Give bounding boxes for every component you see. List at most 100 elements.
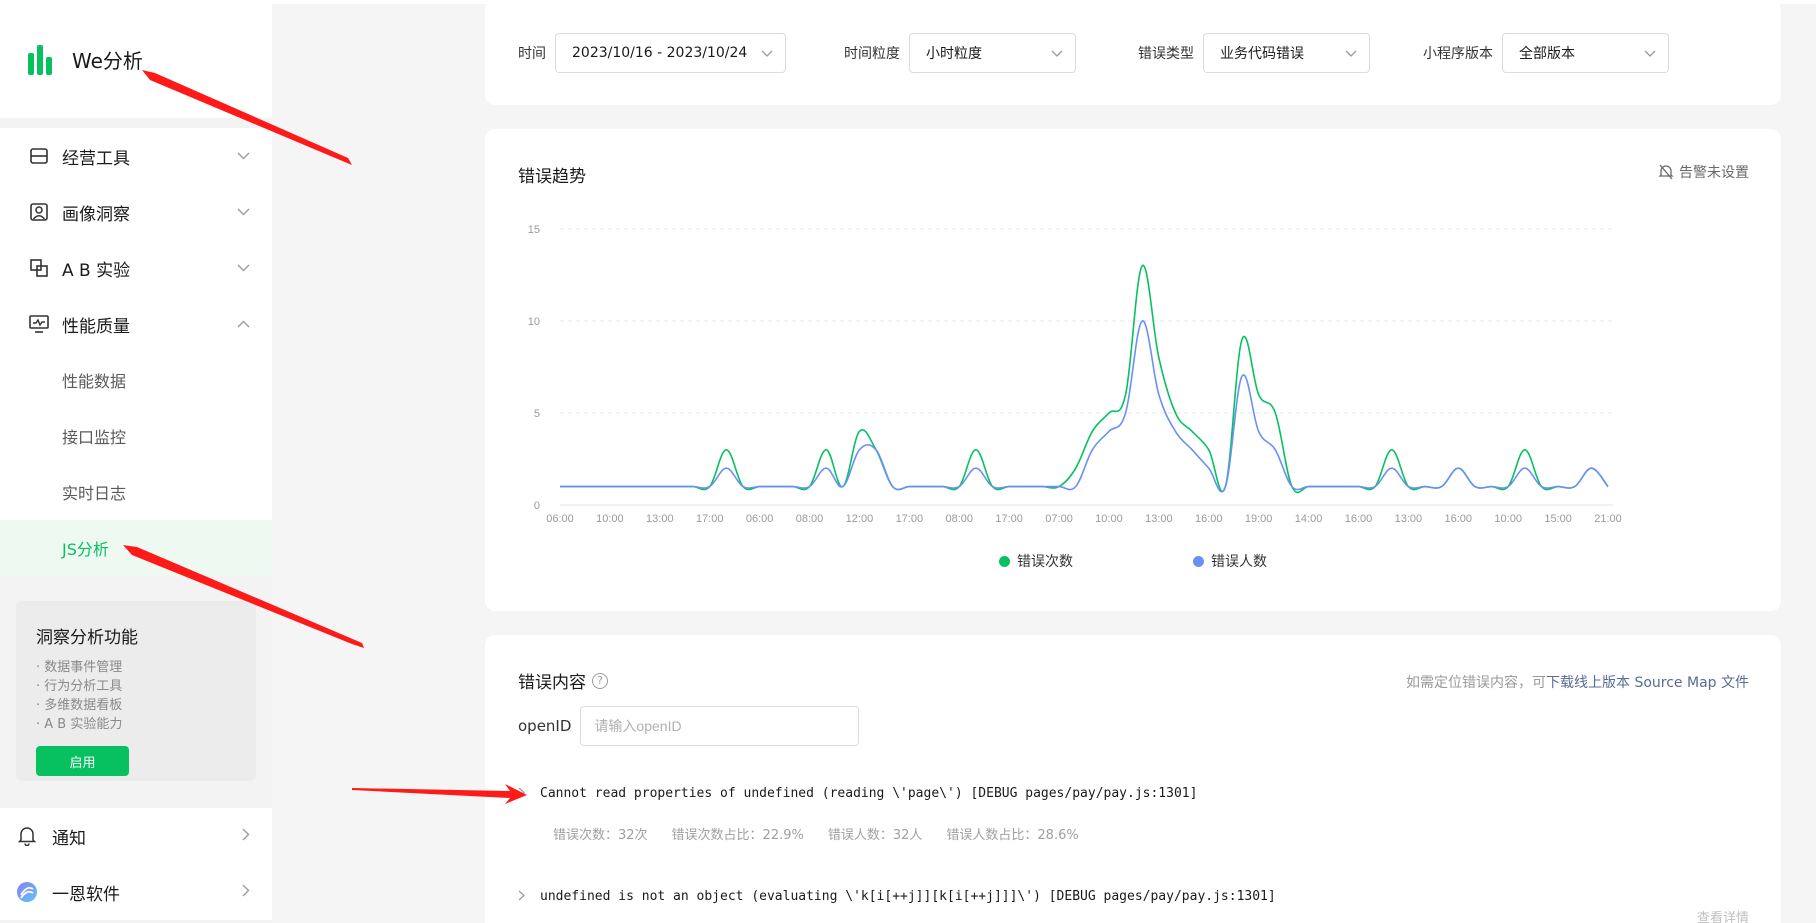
- chevron-down-icon: [761, 47, 773, 59]
- top-border: [272, 0, 1816, 4]
- brand-header[interactable]: We分析: [0, 0, 272, 118]
- error-users-ratio-stat: 错误人数占比：28.6%: [946, 828, 1079, 843]
- x-tick-label: 13:00: [646, 513, 674, 525]
- main-content: 时间 2023/10/16 - 2023/10/24 时间粒度 小时粒度 错误类…: [272, 0, 1816, 923]
- time-filter-label: 时间: [518, 46, 546, 62]
- granularity-filter: 时间粒度 小时粒度: [844, 33, 1076, 73]
- time-filter: 时间 2023/10/16 - 2023/10/24: [518, 33, 786, 73]
- x-tick-label: 08:00: [945, 513, 973, 525]
- legend-item-error-users[interactable]: 错误人数: [1193, 551, 1267, 571]
- help-icon[interactable]: ?: [592, 672, 608, 689]
- sidebar: We分析 经营工具 画像洞察 A B 实验 性能质量 性能数据 接口监控 实时日…: [0, 0, 272, 923]
- error-count-stat: 错误次数：32次: [553, 828, 648, 843]
- sidebar-item-notifications[interactable]: 通知: [0, 808, 272, 864]
- x-tick-label: 19:00: [1245, 513, 1273, 525]
- x-tick-label: 08:00: [796, 513, 824, 525]
- ab-experiment-icon: [28, 257, 50, 279]
- insight-feature: · 多维数据看板: [36, 698, 123, 713]
- chevron-down-icon: [1644, 47, 1656, 59]
- chevron-right-icon[interactable]: [518, 889, 532, 904]
- error-stats: 错误次数：32次 错误次数占比：22.9% 错误人数：32人 错误人数占比：28…: [553, 824, 1079, 843]
- sidebar-menu: 经营工具 画像洞察 A B 实验 性能质量 性能数据 接口监控 实时日志 JS分…: [0, 128, 272, 576]
- sidebar-item-account[interactable]: 一恩软件: [0, 864, 272, 920]
- granularity-value: 小时粒度: [926, 46, 982, 62]
- sidebar-subitem-performance-data[interactable]: 性能数据: [0, 352, 272, 408]
- y-tick-label: 0: [534, 500, 540, 512]
- version-value: 全部版本: [1519, 46, 1575, 62]
- openid-label: openID: [518, 717, 572, 735]
- legend-label: 错误次数: [1017, 554, 1073, 570]
- error-message: Cannot read properties of undefined (rea…: [540, 786, 1198, 801]
- chevron-right-icon: [242, 882, 250, 902]
- x-tick-label: 21:00: [1594, 513, 1622, 525]
- error-trend-chart[interactable]: 0 5 10 15 06:00 10:00 13:00 17:00 06:00 08:00 12:0…: [485, 129, 1781, 611]
- sidebar-item-performance-quality[interactable]: 性能质量: [0, 296, 272, 352]
- x-tick-label: 17:00: [995, 513, 1023, 525]
- notifications-label: 通知: [52, 828, 86, 849]
- x-tick-label: 12:00: [846, 513, 874, 525]
- sidebar-subitem-api-monitor[interactable]: 接口监控: [0, 408, 272, 464]
- tray-icon: [28, 145, 50, 167]
- y-tick-label: 15: [528, 224, 540, 236]
- legend-dot: [1193, 555, 1204, 567]
- monitor-icon: [28, 313, 50, 335]
- bell-icon: [16, 825, 38, 847]
- x-tick-label: 14:00: [1295, 513, 1323, 525]
- enable-insight-button[interactable]: 启用: [36, 746, 129, 776]
- legend-dot: [999, 555, 1010, 567]
- error-trend-card: 错误趋势 告警未设置 0 5 10 15 06:00 10:00 13:00 17:00 06:…: [485, 129, 1781, 611]
- sourcemap-hint: 如需定位错误内容，可下载线上版本 Source Map 文件: [1406, 672, 1749, 692]
- chevron-right-icon[interactable]: [518, 786, 532, 801]
- version-filter-label: 小程序版本: [1423, 46, 1493, 62]
- error-item[interactable]: undefined is not an object (evaluating \…: [518, 889, 1276, 904]
- sidebar-item-label: A B 实验: [62, 260, 131, 281]
- openid-filter: openID: [518, 706, 860, 746]
- we-analytics-logo-icon: [28, 43, 56, 75]
- sidebar-item-business-tools[interactable]: 经营工具: [0, 128, 272, 184]
- error-count-ratio-stat: 错误次数占比：22.9%: [671, 828, 804, 843]
- filter-bar: 时间 2023/10/16 - 2023/10/24 时间粒度 小时粒度 错误类…: [485, 0, 1781, 105]
- chevron-right-icon: [242, 826, 250, 846]
- view-detail-link[interactable]: 查看详情: [1697, 907, 1749, 923]
- x-tick-label: 06:00: [746, 513, 774, 525]
- sidebar-subitem-js-analysis[interactable]: JS分析: [0, 520, 272, 576]
- chevron-down-icon: [1345, 47, 1357, 59]
- x-tick-label: 15:00: [1544, 513, 1572, 525]
- x-tick-label: 17:00: [896, 513, 924, 525]
- x-tick-label: 13:00: [1395, 513, 1423, 525]
- error-type-filter-label: 错误类型: [1138, 46, 1194, 62]
- y-tick-label: 5: [534, 408, 540, 420]
- error-type-select[interactable]: 业务代码错误: [1203, 33, 1370, 73]
- sidebar-item-portrait-insight[interactable]: 画像洞察: [0, 184, 272, 240]
- error-item[interactable]: Cannot read properties of undefined (rea…: [518, 786, 1197, 801]
- granularity-filter-label: 时间粒度: [844, 46, 900, 62]
- x-tick-label: 10:00: [596, 513, 624, 525]
- brand-title: We分析: [72, 48, 143, 73]
- x-tick-label: 16:00: [1195, 513, 1223, 525]
- insight-feature: · A B 实验能力: [36, 717, 123, 732]
- sidebar-item-label: 经营工具: [62, 148, 130, 169]
- legend-item-error-count[interactable]: 错误次数: [999, 551, 1073, 571]
- date-range-select[interactable]: 2023/10/16 - 2023/10/24: [555, 33, 786, 73]
- error-content-card: 错误内容 ? 如需定位错误内容，可下载线上版本 Source Map 文件 op…: [485, 635, 1781, 923]
- granularity-select[interactable]: 小时粒度: [909, 33, 1076, 73]
- x-tick-label: 16:00: [1445, 513, 1473, 525]
- sidebar-subitem-realtime-log[interactable]: 实时日志: [0, 464, 272, 520]
- sidebar-item-ab-experiment[interactable]: A B 实验: [0, 240, 272, 296]
- legend-label: 错误人数: [1211, 554, 1267, 570]
- download-sourcemap-link[interactable]: 下载线上版本 Source Map 文件: [1546, 675, 1749, 691]
- errors-title-text: 错误内容: [518, 673, 586, 693]
- portrait-icon: [28, 201, 50, 223]
- version-filter: 小程序版本 全部版本: [1423, 33, 1669, 73]
- errors-title: 错误内容 ?: [518, 668, 608, 693]
- error-users-stat: 错误人数：32人: [827, 828, 923, 843]
- version-select[interactable]: 全部版本: [1502, 33, 1669, 73]
- x-tick-label: 06:00: [546, 513, 574, 525]
- chevron-down-icon: [1051, 47, 1063, 59]
- chevron-up-icon: [236, 317, 250, 331]
- series-line-error-count[interactable]: [560, 264, 1609, 494]
- openid-input[interactable]: [580, 706, 860, 746]
- x-tick-label: 07:00: [1045, 513, 1073, 525]
- chevron-down-icon: [236, 149, 250, 163]
- y-tick-label: 10: [528, 316, 540, 328]
